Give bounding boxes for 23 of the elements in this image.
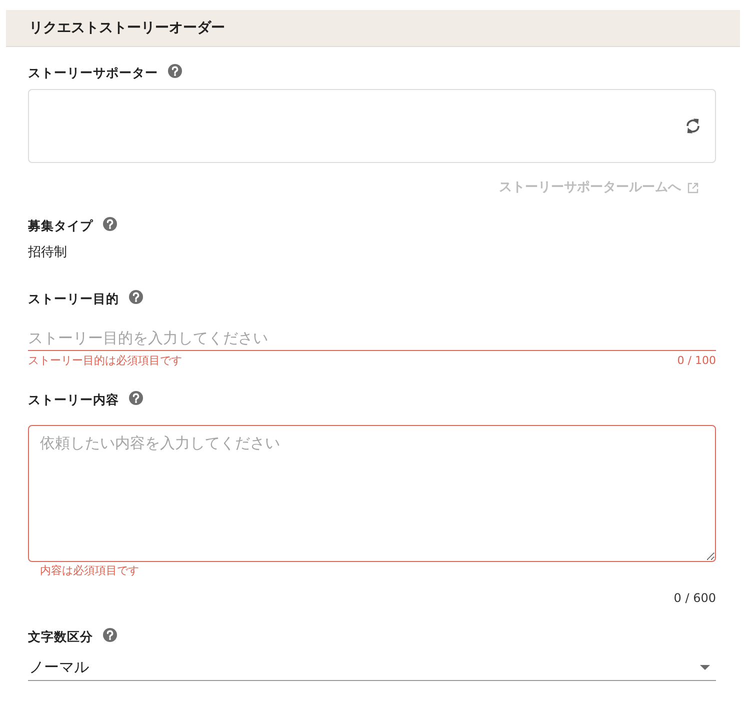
field-label: 文字数区分	[28, 628, 93, 646]
help-icon[interactable]	[103, 628, 117, 642]
field-label: 募集タイプ	[28, 217, 93, 235]
help-icon[interactable]	[129, 391, 143, 405]
field-label: ストーリー内容	[28, 391, 119, 409]
dropdown-caret-icon	[700, 665, 710, 670]
field-value: 招待制	[28, 244, 68, 262]
character-counter: 0 / 100	[677, 354, 716, 368]
error-message: 内容は必須項目です	[39, 564, 140, 578]
error-message: ストーリー目的は必須項目です	[28, 354, 182, 368]
refresh-icon[interactable]	[684, 117, 702, 135]
help-icon[interactable]	[168, 64, 182, 78]
textarea-input[interactable]: 依頼したい内容を入力してください	[28, 425, 716, 562]
text-input[interactable]: ストーリー目的を入力してください	[28, 328, 716, 351]
character-counter: 0 / 600	[674, 590, 716, 606]
help-icon[interactable]	[103, 217, 117, 231]
supporter-field[interactable]	[28, 89, 716, 163]
section-title: リクエストストーリーオーダー	[29, 19, 225, 37]
select-field[interactable]: ノーマル	[28, 657, 716, 681]
field-label: ストーリーサポーター	[28, 64, 158, 82]
external-link-icon	[687, 182, 699, 194]
field-label: ストーリー目的	[28, 290, 119, 308]
help-icon[interactable]	[129, 290, 143, 304]
